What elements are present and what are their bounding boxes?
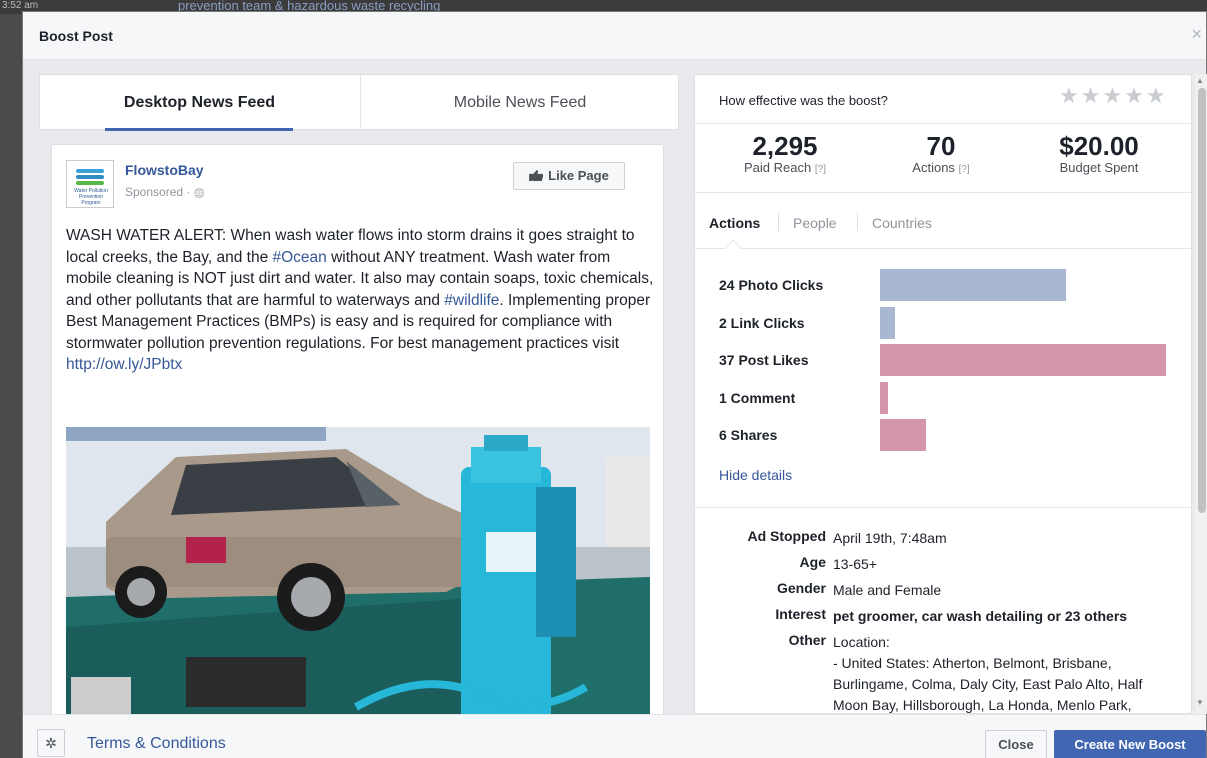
- ad-details: Ad Stopped April 19th, 7:48am Age 13-65+…: [695, 507, 1191, 713]
- logo-wave: [76, 169, 104, 173]
- detail-value: pet groomer, car wash detailing or 23 ot…: [833, 608, 1128, 624]
- metric-paid-reach: 2,295 Paid Reach [?]: [705, 132, 865, 175]
- metric-label-text: Paid Reach: [744, 160, 812, 175]
- location-line: Moon Bay, Hillsborough, La Honda, Menlo …: [833, 697, 1132, 713]
- metrics-summary: 2,295 Paid Reach [?] 70 Actions [?] $20.…: [695, 123, 1191, 193]
- metric-budget-spent: $20.00 Budget Spent: [1019, 132, 1179, 175]
- post-preview: Desktop News Feed Mobile News Feed Water…: [39, 74, 679, 714]
- sponsored-post: Water Pollution Prevention Program Flows…: [51, 144, 664, 714]
- dialog-footer: ✲ Terms & Conditions Close Create New Bo…: [23, 714, 1206, 758]
- metric-value: 2,295: [752, 131, 818, 161]
- create-new-boost-button[interactable]: Create New Boost: [1054, 730, 1206, 758]
- action-bar: [880, 381, 888, 414]
- sponsored-label: Sponsored · 🌐: [125, 185, 205, 199]
- tab-separator: [857, 213, 858, 231]
- action-label: 37 Post Likes: [719, 352, 809, 368]
- like-page-label: Like Page: [548, 168, 609, 183]
- metric-label-text: Actions: [912, 160, 955, 175]
- action-label: 24 Photo Clicks: [719, 277, 824, 293]
- panel-scrollbar[interactable]: ▲ ▼: [1195, 74, 1207, 714]
- settings-button[interactable]: ✲: [37, 729, 65, 757]
- logo-wave: [76, 175, 104, 179]
- tab-countries[interactable]: Countries: [872, 215, 932, 231]
- thumbs-up-icon: [529, 170, 544, 181]
- tab-mobile-news-feed[interactable]: Mobile News Feed: [360, 75, 679, 131]
- action-label: 1 Comment: [719, 389, 796, 406]
- star-rating[interactable]: ★★★★★: [1059, 83, 1168, 109]
- metric-label: Actions [?]: [861, 160, 1021, 175]
- help-link[interactable]: [?]: [959, 164, 970, 175]
- globe-icon: 🌐: [193, 188, 205, 198]
- location-heading: Location:: [833, 634, 890, 650]
- boost-post-dialog: Boost Post × Desktop News Feed Mobile Ne…: [22, 11, 1207, 758]
- action-row: 37 Post Likes: [719, 344, 1179, 376]
- detail-value: 13-65+: [833, 556, 877, 572]
- detail-value: Male and Female: [833, 582, 942, 598]
- car-wash-photo: [66, 427, 650, 714]
- detail-value: April 19th, 7:48am: [833, 530, 947, 546]
- metric-label-text: Budget Spent: [1059, 160, 1139, 175]
- detail-key: Other: [788, 632, 826, 648]
- metric-label: Paid Reach [?]: [705, 160, 865, 175]
- action-row: 24 Photo Clicks: [719, 269, 1179, 301]
- scroll-up-icon[interactable]: ▲: [1196, 76, 1204, 85]
- tab-desktop-news-feed[interactable]: Desktop News Feed: [40, 75, 359, 131]
- location-line: Burlingame, Colma, Daly City, East Palo …: [833, 676, 1143, 692]
- scroll-down-icon[interactable]: ▼: [1196, 698, 1204, 707]
- metric-actions: 70 Actions [?]: [861, 132, 1021, 175]
- background-edge: [0, 0, 22, 758]
- close-button[interactable]: Close: [985, 730, 1047, 758]
- post-url-link[interactable]: http://ow.ly/JPbtx: [66, 356, 182, 373]
- tab-people[interactable]: People: [793, 215, 837, 231]
- terms-link[interactable]: Terms & Conditions: [87, 735, 226, 753]
- action-label: 2 Link Clicks: [719, 314, 805, 331]
- post-image[interactable]: [66, 427, 650, 714]
- boost-results-panel: How effective was the boost? ★★★★★ 2,295…: [694, 74, 1192, 714]
- help-link[interactable]: [?]: [815, 164, 826, 175]
- action-row: 2 Link Clicks: [719, 306, 1179, 339]
- logo-text: Water Pollution Prevention Program: [74, 188, 108, 206]
- metric-label: Budget Spent: [1019, 160, 1179, 175]
- detail-key: Interest: [775, 606, 826, 622]
- like-page-button[interactable]: Like Page: [513, 162, 625, 190]
- detail-key: Age: [799, 554, 826, 570]
- hashtag-wildlife-link[interactable]: #wildlife: [444, 292, 499, 309]
- location-line: - United States: Atherton, Belmont, Bris…: [833, 655, 1112, 671]
- detail-value: Location: - United States: Atherton, Bel…: [833, 632, 1173, 713]
- dialog-titlebar: Boost Post ×: [23, 12, 1206, 60]
- action-bar: [880, 419, 926, 451]
- tab-actions[interactable]: Actions: [709, 215, 760, 231]
- hashtag-ocean-link[interactable]: #Ocean: [273, 249, 327, 266]
- page-name-link[interactable]: FlowstoBay: [125, 162, 204, 178]
- action-row: 1 Comment: [719, 381, 1179, 414]
- dialog-title: Boost Post: [39, 28, 113, 44]
- post-message: WASH WATER ALERT: When wash water flows …: [66, 225, 656, 376]
- action-row: 6 Shares: [719, 419, 1179, 451]
- metric-value: $20.00: [1059, 131, 1139, 161]
- action-label: 6 Shares: [719, 427, 778, 443]
- logo-wave: [76, 181, 104, 185]
- metric-value: 70: [926, 131, 956, 161]
- action-bar: [880, 306, 895, 339]
- gear-icon: ✲: [45, 735, 57, 751]
- detail-key: Gender: [776, 580, 826, 596]
- sponsored-text: Sponsored ·: [125, 185, 194, 199]
- results-tabs: Actions People Countries: [695, 193, 1191, 249]
- scrollbar-thumb[interactable]: [1198, 88, 1206, 513]
- page-logo[interactable]: Water Pollution Prevention Program: [66, 160, 114, 208]
- action-bar: [880, 269, 1066, 301]
- tab-separator: [778, 213, 779, 231]
- background-clock: 3:52 am: [2, 0, 39, 11]
- effectiveness-question: How effective was the boost?: [719, 93, 888, 108]
- hide-details-link[interactable]: Hide details: [719, 467, 792, 483]
- close-icon[interactable]: ×: [1191, 24, 1202, 45]
- action-bar: [880, 344, 1166, 376]
- detail-key: Ad Stopped: [747, 528, 826, 544]
- preview-tabs: Desktop News Feed Mobile News Feed: [39, 74, 679, 131]
